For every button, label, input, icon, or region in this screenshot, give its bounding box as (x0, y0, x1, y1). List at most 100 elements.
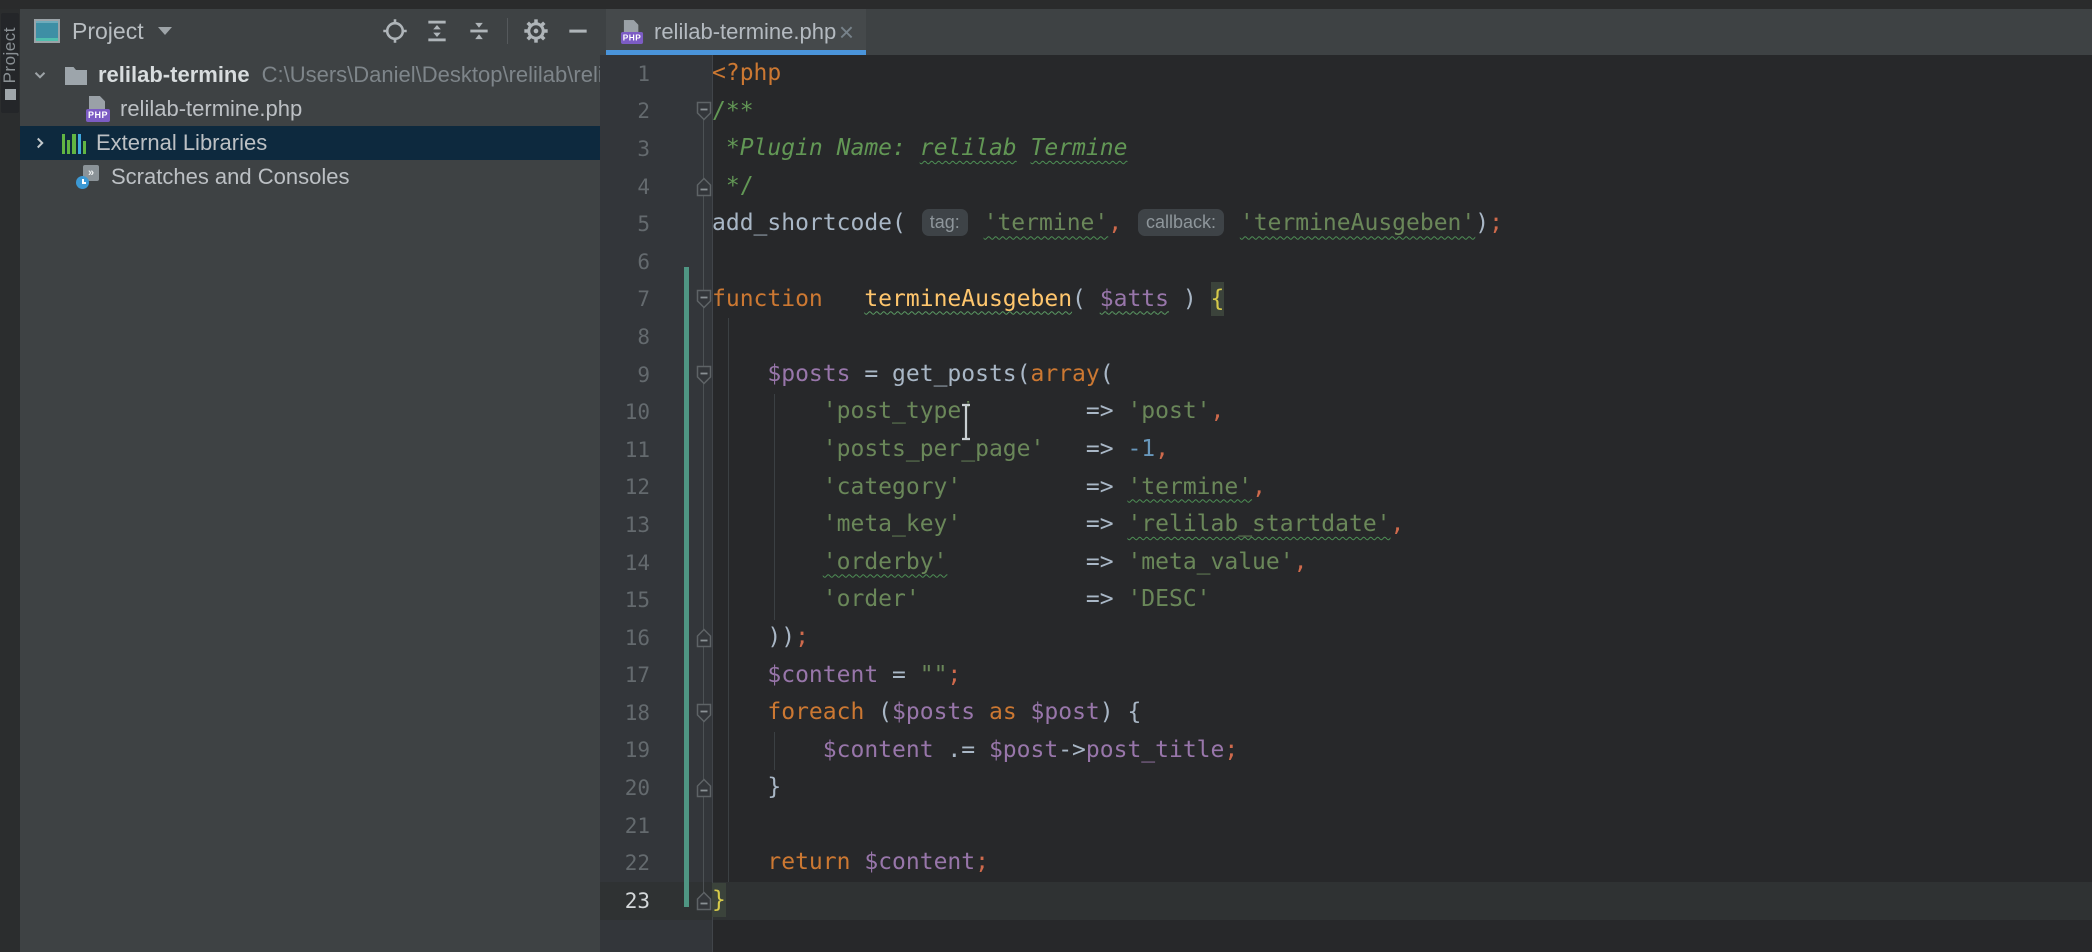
line-number[interactable]: 4 (600, 175, 650, 199)
code-editor[interactable]: 1<?php2/**3 *Plugin Name: relilab Termin… (600, 55, 2092, 952)
line-number[interactable]: 8 (600, 325, 650, 349)
code-line[interactable]: 15 'order' => 'DESC' (600, 581, 2092, 619)
code-line[interactable]: 10 'post_type' => 'post', (600, 393, 2092, 431)
code-line[interactable]: 4 */ (600, 168, 2092, 206)
tree-item-scratches[interactable]: » Scratches and Consoles (20, 160, 600, 194)
code-line[interactable]: 3 *Plugin Name: relilab Termine (600, 130, 2092, 168)
line-number[interactable]: 5 (600, 212, 650, 236)
fold-column (650, 93, 712, 131)
line-number[interactable]: 13 (600, 513, 650, 537)
tree-item-project-root[interactable]: relilab-termine C:\Users\Daniel\Desktop\… (20, 58, 600, 92)
fold-column (650, 694, 712, 732)
fold-column (650, 469, 712, 507)
fold-start-icon[interactable] (696, 365, 712, 385)
stripe-project-label: Project (0, 27, 20, 83)
code-line[interactable]: 23} (600, 882, 2092, 920)
code-text: /** (712, 93, 754, 131)
expand-all-button[interactable] (423, 17, 451, 45)
editor-tab-bar: PHP relilab-termine.php × (600, 9, 2092, 55)
fold-end-icon[interactable] (696, 778, 712, 798)
fold-start-icon[interactable] (696, 703, 712, 723)
line-number[interactable]: 19 (600, 738, 650, 762)
line-number[interactable]: 10 (600, 400, 650, 424)
fold-column (650, 281, 712, 319)
fold-end-icon[interactable] (696, 177, 712, 197)
fold-column (650, 657, 712, 695)
line-number[interactable]: 2 (600, 99, 650, 123)
line-number[interactable]: 9 (600, 363, 650, 387)
code-text: function termineAusgeben( $atts ) { (712, 281, 1224, 319)
hide-panel-icon (565, 18, 591, 44)
code-line[interactable]: 5add_shortcode( tag: 'termine', callback… (600, 205, 2092, 243)
line-number[interactable]: 18 (600, 701, 650, 725)
fold-column (650, 882, 712, 920)
settings-button[interactable] (522, 17, 550, 45)
fold-column (650, 55, 712, 93)
code-line[interactable]: 18 foreach ($posts as $post) { (600, 694, 2092, 732)
chevron-down-icon[interactable] (30, 66, 50, 84)
fold-column (650, 393, 712, 431)
tree-item-php-file[interactable]: PHP relilab-termine.php (20, 92, 600, 126)
code-line[interactable]: 9 $posts = get_posts(array( (600, 356, 2092, 394)
code-text: $posts = get_posts(array( (712, 356, 1114, 394)
code-line[interactable]: 12 'category' => 'termine', (600, 469, 2092, 507)
code-line[interactable]: 14 'orderby' => 'meta_value', (600, 544, 2092, 582)
fold-column (650, 318, 712, 356)
line-number[interactable]: 3 (600, 137, 650, 161)
line-number[interactable]: 14 (600, 551, 650, 575)
code-line[interactable]: 1 <?php (600, 55, 2092, 93)
code-line[interactable]: 2 /** (600, 93, 2092, 131)
line-number[interactable]: 7 (600, 287, 650, 311)
hide-panel-button[interactable] (564, 17, 592, 45)
code-text: 'category' => 'termine', (712, 469, 1266, 507)
tab-relilab-termine-php[interactable]: PHP relilab-termine.php × (606, 9, 866, 55)
line-number[interactable]: 20 (600, 776, 650, 800)
code-line[interactable]: 22 return $content; (600, 844, 2092, 882)
code-line[interactable]: 8 (600, 318, 2092, 356)
code-line[interactable]: 17 $content = ""; (600, 657, 2092, 695)
tab-label: relilab-termine.php (654, 19, 836, 45)
locate-file-button[interactable] (381, 17, 409, 45)
line-number[interactable]: 21 (600, 814, 650, 838)
fold-column (650, 130, 712, 168)
line-number[interactable]: 11 (600, 438, 650, 462)
fold-end-icon[interactable] (696, 891, 712, 911)
ide-window: Project Project (0, 0, 2092, 952)
code-line[interactable]: 16 )); (600, 619, 2092, 657)
code-text: <?php (712, 55, 781, 93)
parameter-hint: tag: (922, 209, 968, 236)
code-line[interactable]: 13 'meta_key' => 'relilab_startdate', (600, 506, 2092, 544)
line-number[interactable]: 16 (600, 626, 650, 650)
line-number[interactable]: 17 (600, 663, 650, 687)
code-line[interactable]: 7 function termineAusgeben( $atts ) { (600, 281, 2092, 319)
code-text: */ (712, 168, 754, 206)
clock-icon (76, 176, 89, 189)
php-file-icon: PHP (86, 96, 110, 122)
code-line[interactable]: 6 (600, 243, 2092, 281)
tool-window-stripe: Project (0, 9, 20, 952)
fold-column (650, 243, 712, 281)
line-number[interactable]: 23 (600, 889, 650, 913)
code-text: )); (712, 619, 809, 657)
fold-start-icon[interactable] (696, 101, 712, 121)
code-line[interactable]: 11 'posts_per_page' => -1, (600, 431, 2092, 469)
line-number[interactable]: 1 (600, 62, 650, 86)
tree-item-external-libraries[interactable]: External Libraries (20, 126, 600, 160)
code-text: return $content; (712, 844, 989, 882)
stripe-project-button[interactable]: Project (0, 19, 20, 91)
fold-start-icon[interactable] (696, 289, 712, 309)
tab-close-icon[interactable]: × (839, 22, 854, 42)
project-dropdown-caret-icon[interactable] (158, 27, 172, 35)
line-number[interactable]: 15 (600, 588, 650, 612)
collapse-all-button[interactable] (465, 17, 493, 45)
code-text: *Plugin Name: relilab Termine (712, 130, 1127, 168)
line-number[interactable]: 6 (600, 250, 650, 274)
line-number[interactable]: 22 (600, 851, 650, 875)
code-line[interactable]: 21 (600, 807, 2092, 845)
code-text: } (712, 769, 781, 807)
line-number[interactable]: 12 (600, 475, 650, 499)
code-line[interactable]: 19 $content .= $post->post_title; (600, 732, 2092, 770)
fold-end-icon[interactable] (696, 628, 712, 648)
chevron-right-icon[interactable] (30, 134, 50, 152)
code-line[interactable]: 20 } (600, 769, 2092, 807)
